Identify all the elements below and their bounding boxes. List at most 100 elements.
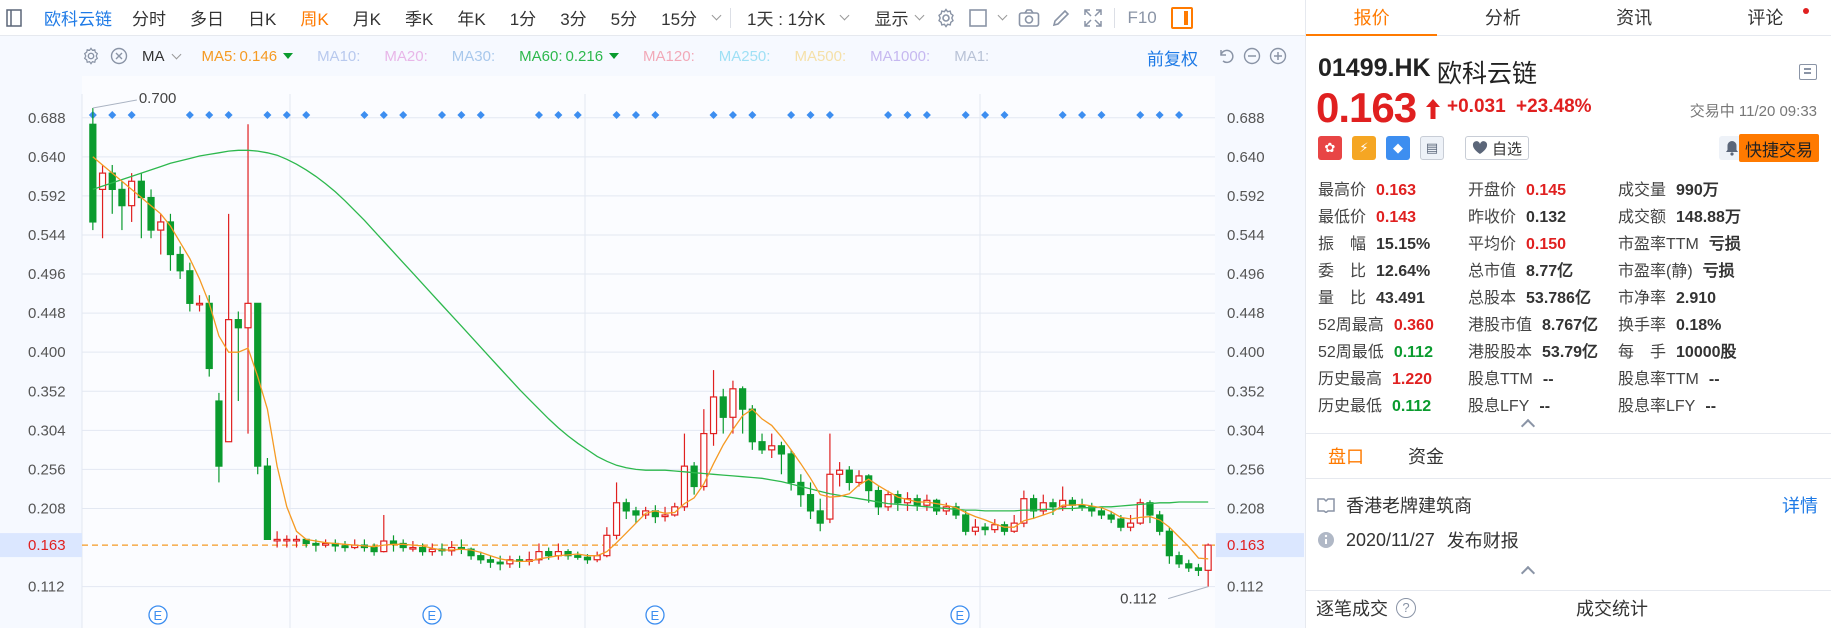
- stat-label: 股息LFY: [1468, 398, 1530, 415]
- ma-legend-item[interactable]: MA120:: [643, 48, 695, 65]
- trade-stats-tab[interactable]: 成交统计: [1576, 595, 1648, 621]
- sub-tab[interactable]: 盘口: [1306, 443, 1386, 469]
- stat-value: --: [1539, 398, 1551, 415]
- ma-legend-item[interactable]: MA20:: [384, 48, 427, 65]
- quote-stat: 市净率 2.910: [1618, 284, 1716, 307]
- candle-body: [574, 555, 582, 558]
- chevron-down-icon[interactable]: [711, 10, 722, 21]
- candle-body: [1156, 514, 1164, 532]
- chevron-down-icon[interactable]: [998, 10, 1008, 21]
- range-selector[interactable]: 1天 : 1分K: [735, 5, 837, 30]
- panel-toggle-icon[interactable]: [2, 6, 26, 30]
- collapse-up-icon[interactable]: [1520, 565, 1536, 581]
- quote-stat: 成交额 148.88万: [1618, 203, 1741, 226]
- stat-value: 0.143: [1376, 209, 1417, 226]
- f10-button[interactable]: F10: [1121, 8, 1162, 28]
- ma-legend-item[interactable]: MA60: 0.216: [519, 48, 620, 65]
- ma-legend-item[interactable]: MA30:: [452, 48, 495, 65]
- quote-tabs: 报价 分析 资讯 评论: [1306, 0, 1831, 36]
- candle-body: [1097, 510, 1106, 516]
- indicator-settings-icon[interactable]: [80, 45, 102, 67]
- quote-tab[interactable]: 分析: [1437, 0, 1568, 35]
- stat-label: 股息率LFY: [1618, 398, 1696, 415]
- quote-tab-label: 报价: [1353, 8, 1390, 28]
- period-tab[interactable]: 分时: [120, 5, 178, 30]
- stock-name-title[interactable]: 欧科云链: [44, 5, 112, 30]
- ma-legend-item[interactable]: MA500:: [794, 48, 846, 65]
- layout-icon[interactable]: [1799, 64, 1817, 80]
- period-tab[interactable]: 3分: [548, 5, 598, 30]
- quick-trade-button[interactable]: 快捷交易: [1739, 134, 1819, 162]
- ma-legend-item[interactable]: MA10:: [317, 48, 360, 65]
- earnings-marker-label: E: [428, 608, 437, 623]
- ma-legend-item[interactable]: MA5: 0.146: [202, 48, 294, 65]
- settings-icon[interactable]: [931, 3, 961, 33]
- ma-label: MA120:: [643, 47, 695, 65]
- detail-link[interactable]: 详情: [1782, 492, 1818, 518]
- ma-legend-item[interactable]: MA1:: [954, 48, 989, 65]
- quote-tab[interactable]: 资讯: [1569, 0, 1700, 35]
- period-tab[interactable]: 年K: [445, 5, 497, 30]
- period-tab[interactable]: 多日: [178, 5, 236, 30]
- y-tick-label-right: 0.112: [1227, 579, 1263, 596]
- add-watchlist-button[interactable]: 自选: [1465, 136, 1529, 160]
- ma-indicator-label[interactable]: MA: [142, 48, 165, 65]
- period-tab[interactable]: 1分: [498, 5, 548, 30]
- trade-list-tab[interactable]: 逐笔成交: [1316, 595, 1388, 621]
- candle-body: [1204, 544, 1212, 571]
- lightning-icon[interactable]: ⚡: [1352, 136, 1376, 160]
- stat-label: 市盈率(静): [1618, 263, 1693, 280]
- notification-dot: [1803, 8, 1809, 14]
- close-icon[interactable]: [108, 45, 130, 67]
- candle-body: [787, 453, 795, 484]
- quote-panel-toggle-icon[interactable]: [1170, 6, 1193, 29]
- toolbar-tools: 显示 F10: [862, 3, 1193, 33]
- quote-stat: 平均价 0.150: [1468, 230, 1566, 253]
- zoom-in-icon[interactable]: [1268, 46, 1288, 66]
- period-tab[interactable]: 月K: [341, 5, 393, 30]
- adjust-selector[interactable]: 前复权: [1147, 45, 1198, 70]
- candle-body: [719, 396, 727, 418]
- ma-legend-item[interactable]: MA1000:: [870, 48, 930, 65]
- stat-label: 历史最高: [1318, 371, 1383, 388]
- stat-label: 股息TTM: [1468, 371, 1533, 388]
- square-tool-icon[interactable]: [963, 3, 993, 33]
- kline-chart-area[interactable]: 0.688 0.688 0.640 0.640 0.592 0.592 0.544 0.544…: [0, 36, 1305, 628]
- tag-icon[interactable]: ◆: [1386, 136, 1410, 160]
- candle-body: [690, 465, 698, 488]
- chart-toolbar: 欧科云链 分时 多日 日K 周K 月K 季K 年K 1分 3分 5分 15分 1天 : 1分K 显示…: [0, 0, 1305, 36]
- hk-flag-icon[interactable]: ✿: [1318, 136, 1342, 160]
- chevron-down-icon[interactable]: [915, 10, 925, 21]
- stat-label: 每 手: [1618, 344, 1667, 361]
- stat-label: 平均价: [1468, 236, 1517, 253]
- kline-chart[interactable]: 0.688 0.688 0.640 0.640 0.592 0.592 0.544 0.544…: [0, 36, 1305, 628]
- collapse-up-icon[interactable]: [1520, 418, 1536, 434]
- quote-stat: 市盈率TTM 亏损: [1618, 230, 1741, 253]
- draw-pen-icon[interactable]: [1046, 3, 1076, 33]
- period-tab[interactable]: 15分: [649, 5, 709, 30]
- chevron-down-icon[interactable]: [840, 10, 850, 21]
- display-menu[interactable]: 显示: [862, 5, 910, 30]
- note-icon[interactable]: ▤: [1420, 136, 1444, 160]
- camera-icon[interactable]: [1014, 3, 1044, 33]
- stat-label: 换手率: [1618, 317, 1667, 334]
- zoom-out-icon[interactable]: [1242, 46, 1262, 66]
- stat-value: 0.145: [1526, 182, 1567, 199]
- sub-tab[interactable]: 资金: [1386, 443, 1466, 469]
- report-date: 2020/11/27: [1346, 529, 1435, 550]
- candle-body: [874, 489, 883, 508]
- help-icon[interactable]: ?: [1396, 597, 1416, 618]
- period-tab[interactable]: 日K: [236, 5, 288, 30]
- ma-legend-item[interactable]: MA250:: [719, 48, 771, 65]
- period-tab[interactable]: 5分: [599, 5, 649, 30]
- stat-value: 148.88万: [1676, 209, 1741, 226]
- quote-tab[interactable]: 报价: [1306, 0, 1438, 36]
- candle-body: [797, 481, 805, 496]
- period-tab[interactable]: 周K: [288, 5, 340, 30]
- stat-value: --: [1705, 398, 1717, 415]
- quote-tab[interactable]: 评论: [1700, 0, 1831, 35]
- arrow-up-icon: [1426, 99, 1440, 119]
- period-tab[interactable]: 季K: [393, 5, 445, 30]
- undo-icon[interactable]: [1216, 46, 1236, 66]
- fullscreen-icon[interactable]: [1078, 3, 1108, 33]
